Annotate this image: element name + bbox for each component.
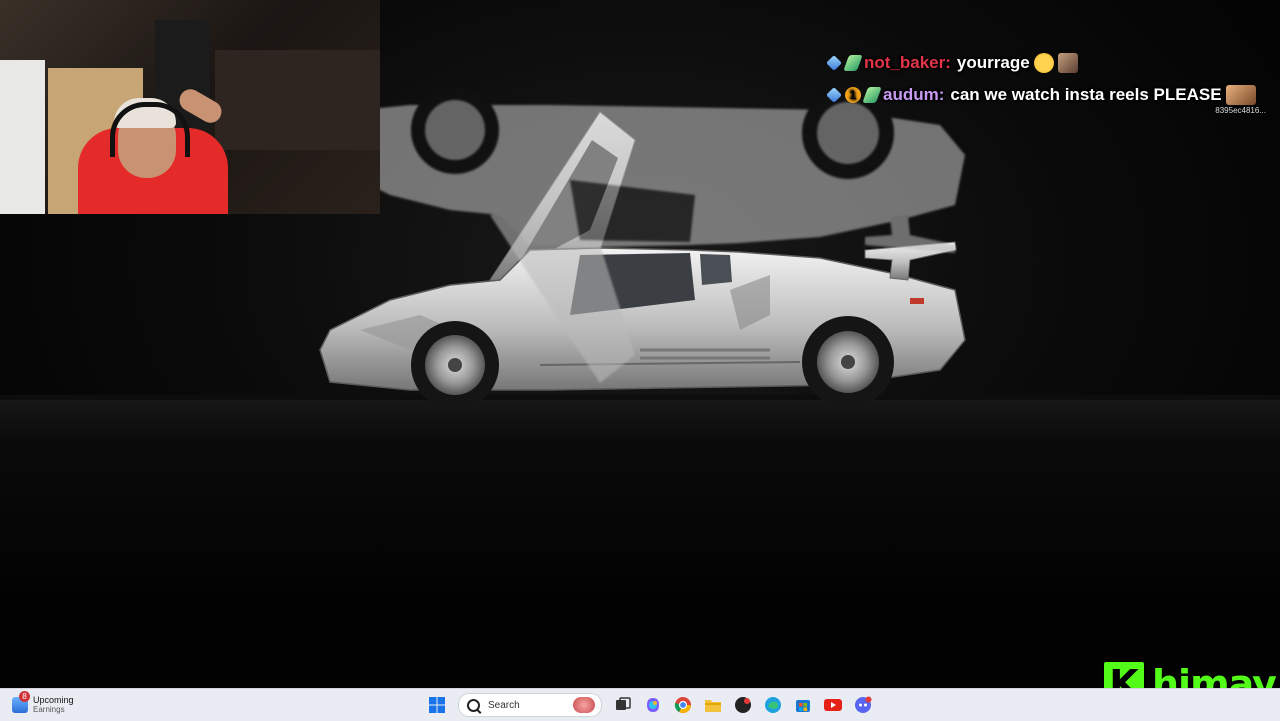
youtube-icon[interactable]: [822, 694, 844, 716]
webcam-shelf: [0, 60, 45, 214]
chat-username: audum:: [883, 85, 945, 104]
edge-icon[interactable]: [762, 694, 784, 716]
chrome-icon[interactable]: [672, 694, 694, 716]
chat-text: yourrage: [956, 53, 1030, 72]
microsoft-store-icon[interactable]: [792, 694, 814, 716]
search-icon: [467, 698, 480, 712]
streamer-webcam: [0, 0, 380, 214]
sword-badge-icon: [826, 55, 842, 71]
discord-icon[interactable]: [852, 694, 874, 716]
one-badge-icon: 1: [845, 87, 861, 103]
chat-message-id: 8395ec4816...: [1215, 106, 1266, 115]
car-reflection: [320, 86, 965, 383]
stocks-widget-icon: 8: [12, 691, 30, 713]
task-view-icon[interactable]: [612, 694, 634, 716]
photo-emote-icon: [1225, 85, 1256, 105]
heart-eyes-emote-icon: [1033, 53, 1054, 73]
widget-text: Upcoming Earnings: [33, 695, 74, 715]
copilot-icon[interactable]: [642, 694, 664, 716]
webcam-headphones: [110, 102, 190, 157]
widget-title: Upcoming: [33, 695, 74, 705]
chat-message: not_baker: yourrage: [826, 50, 1266, 76]
app-icon[interactable]: [732, 694, 754, 716]
windows-start-icon[interactable]: [426, 694, 448, 716]
search-placeholder: Search: [488, 699, 520, 711]
widgets-button[interactable]: 8 Upcoming Earnings: [12, 691, 74, 717]
taskbar-search-box[interactable]: Search: [458, 693, 602, 717]
slash-badge-icon: [843, 55, 863, 71]
taskbar-center: Search: [422, 692, 878, 718]
widget-subtitle: Earnings: [33, 705, 65, 714]
search-highlight-icon: [573, 697, 595, 713]
notification-badge: 8: [19, 691, 30, 702]
file-explorer-icon[interactable]: [702, 694, 724, 716]
sword-badge-icon: [826, 87, 842, 103]
chat-text: can we watch insta reels PLEASE: [950, 85, 1222, 104]
chat-message: 1 audum: can we watch insta reels PLEASE: [826, 82, 1266, 108]
windows-taskbar: 8 Upcoming Earnings Search: [0, 688, 1280, 721]
slash-badge-icon: [862, 87, 882, 103]
chat-username: not_baker:: [864, 53, 951, 72]
chat-overlay: not_baker: yourrage 1 audum: can we watc…: [826, 50, 1266, 115]
photo-emote-icon: [1057, 53, 1078, 73]
webcam-shelves: [215, 50, 380, 150]
